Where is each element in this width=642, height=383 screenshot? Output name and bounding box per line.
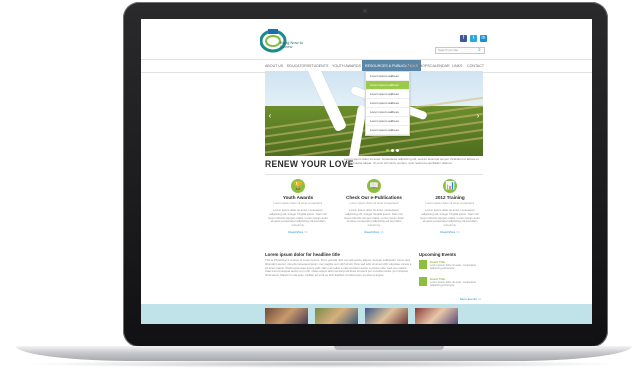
linkedin-icon[interactable]: in xyxy=(480,35,487,42)
dropdown-item[interactable]: Lorem ipsum address xyxy=(366,99,409,108)
event-item[interactable]: Event Title Lorem ipsum dolor sit amet, … xyxy=(419,260,483,274)
calendar-icon xyxy=(419,277,427,286)
hero-tagline: RENEW YOUR LOVE xyxy=(265,159,354,169)
camera-icon xyxy=(363,9,367,13)
laptop-base xyxy=(16,346,632,361)
dropdown-item[interactable]: Lorem ipsum address xyxy=(366,108,409,117)
gallery-photo[interactable] xyxy=(265,308,308,324)
feature-youth-awards: 🏆 Youth Awards Lorem ipsum dolor sit ame… xyxy=(265,179,331,234)
slider-dot[interactable] xyxy=(396,149,399,152)
feature-subtitle: Lorem ipsum dolor sit amet consectetur xyxy=(349,201,399,205)
gallery-photo[interactable] xyxy=(415,308,458,324)
slider-dot[interactable] xyxy=(386,149,389,152)
dropdown-item[interactable]: Lorem ipsum address xyxy=(366,90,409,99)
read-more-link[interactable]: Read More >> xyxy=(417,230,483,234)
divider xyxy=(265,174,483,175)
laptop-notch xyxy=(334,346,444,350)
website-screen: Bring Now to Renew f t in Search our sit… xyxy=(141,19,592,324)
feature-text: Lorem ipsum dolor sit amet, consectetur … xyxy=(344,208,404,228)
headline-title: Lorem ipsum dolor for headline title xyxy=(265,252,340,257)
social-links: f t in xyxy=(460,35,487,42)
resources-dropdown: Lorem ipsum address Lorem ipsum address … xyxy=(365,71,410,136)
more-events-link[interactable]: More Events >> xyxy=(460,297,481,301)
feature-title: 2012 Training xyxy=(435,195,465,200)
event-text: Lorem ipsum dolor sit amet, consectetur … xyxy=(430,281,477,288)
read-more-link[interactable]: Read More >> xyxy=(341,230,407,234)
twitter-icon[interactable]: t xyxy=(470,35,477,42)
slider-next-icon[interactable]: › xyxy=(475,111,481,121)
feature-subtitle: Lorem ipsum dolor sit amet consectetur xyxy=(273,201,323,205)
laptop-shadow xyxy=(22,360,626,368)
hero-description: Lorem ipsum dolor sit amet, consectetur … xyxy=(344,157,479,165)
feature-title: Youth Awards xyxy=(282,195,314,200)
headline-text: This is Photoshop's version of Lorem Ips… xyxy=(265,258,412,278)
gallery-photo[interactable] xyxy=(315,308,358,324)
feature-title: Check Our e-Publications xyxy=(346,195,402,200)
feature-training: 📊 2012 Training Lorem ipsum dolor sit am… xyxy=(417,179,483,234)
slider-dot[interactable] xyxy=(391,149,394,152)
gallery-photo[interactable] xyxy=(365,308,408,324)
feature-text: Lorem ipsum dolor sit amet, consectetur … xyxy=(268,208,328,228)
event-text: Lorem ipsum dolor sit amet, consectetur … xyxy=(430,264,477,271)
feature-subtitle: Lorem ipsum dolor sit amet consectetur xyxy=(425,201,475,205)
slider-prev-icon[interactable]: ‹ xyxy=(267,111,273,121)
trophy-icon: 🏆 xyxy=(291,179,305,193)
feature-text: Lorem ipsum dolor sit amet, consectetur … xyxy=(420,208,480,228)
events-title: Upcoming Events xyxy=(419,252,457,257)
presentation-icon: 📊 xyxy=(443,179,457,193)
logo-tagline: Bring Now to Renew xyxy=(280,40,303,49)
dropdown-item[interactable]: Lorem ipsum address xyxy=(366,126,409,135)
event-item[interactable]: Event Title Lorem ipsum dolor sit amet, … xyxy=(419,277,483,291)
feature-e-publications: 📖 Check Our e-Publications Lorem ipsum d… xyxy=(341,179,407,234)
read-more-link[interactable]: Read More >> xyxy=(265,230,331,234)
dropdown-item[interactable]: Lorem ipsum address xyxy=(366,72,409,81)
book-icon: 📖 xyxy=(367,179,381,193)
dropdown-item-active[interactable]: Lorem ipsum address xyxy=(366,81,409,90)
dropdown-item[interactable]: Lorem ipsum address xyxy=(366,117,409,126)
facebook-icon[interactable]: f xyxy=(460,35,467,42)
calendar-icon xyxy=(419,260,427,269)
search-icon[interactable]: ⌕ xyxy=(478,47,484,53)
